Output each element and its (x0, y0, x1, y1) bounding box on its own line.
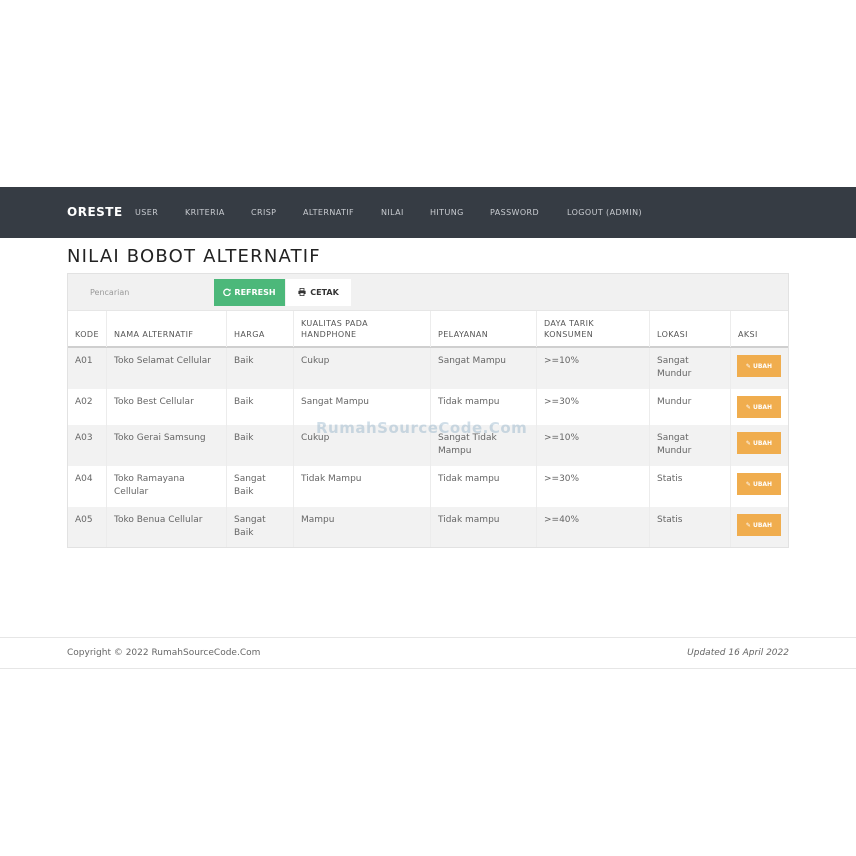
toolbar: REFRESH CETAK (68, 274, 788, 310)
edit-button[interactable]: ✎ UBAH (737, 396, 781, 418)
cell-nama: Toko Gerai Samsung (106, 425, 226, 466)
header-kode[interactable]: KODE (68, 311, 106, 347)
top-navbar: ORESTE USER KRITERIA CRISP ALTERNATIF NI… (0, 187, 856, 238)
cell-harga: Baik (226, 425, 293, 466)
nav-item-kriteria[interactable]: KRITERIA (185, 208, 225, 217)
header-kualitas-line1: KUALITAS PADA (301, 319, 369, 328)
table-panel: REFRESH CETAK KODE NAMA ALTERNATIF HARGA… (67, 273, 789, 548)
cell-kode: A01 (75, 356, 93, 366)
cell-lokasi: Sangat Mundur (649, 348, 730, 389)
header-kode-label: KODE (75, 330, 99, 339)
print-button[interactable]: CETAK (286, 279, 351, 306)
cell-daya-tarik: >=10% (536, 348, 649, 389)
edit-button[interactable]: ✎ UBAH (737, 355, 781, 377)
header-aksi: AKSI (730, 311, 788, 347)
cell-harga: Sangat Baik (226, 507, 293, 547)
cell-nama: Toko Benua Cellular (106, 507, 226, 547)
cell-daya-tarik: >=40% (536, 507, 649, 547)
cell-pelayanan: Tidak mampu (430, 466, 536, 507)
cell-aksi: ✎ UBAH (730, 348, 788, 389)
header-daya-line2: KONSUMEN (544, 330, 594, 339)
edit-icon: ✎ (745, 439, 751, 447)
table-header: KODE NAMA ALTERNATIF HARGA KUALITAS PADA… (68, 310, 788, 348)
cell-nama: Toko Ramayana Cellular (106, 466, 226, 507)
nav-item-crisp[interactable]: CRISP (251, 208, 276, 217)
cell-lokasi: Statis (649, 507, 730, 547)
cell-harga: Baik (226, 389, 293, 425)
header-nama[interactable]: NAMA ALTERNATIF (106, 311, 226, 347)
watermark: RumahSourceCode.Com (316, 419, 528, 437)
brand-logo[interactable]: ORESTE (67, 205, 123, 219)
footer: Copyright © 2022 RumahSourceCode.Com Upd… (0, 637, 856, 669)
cell-harga: Sangat Baik (226, 466, 293, 507)
page-title: NILAI BOBOT ALTERNATIF (67, 246, 321, 267)
edit-button[interactable]: ✎ UBAH (737, 473, 781, 495)
header-daya-tarik[interactable]: DAYA TARIK KONSUMEN (536, 311, 649, 347)
cell-pelayanan: Sangat Mampu (430, 348, 536, 389)
nav-item-password[interactable]: PASSWORD (490, 208, 539, 217)
cell-kualitas: Cukup (293, 348, 430, 389)
edit-button[interactable]: ✎ UBAH (737, 432, 781, 454)
edit-label: UBAH (752, 362, 773, 370)
table-row: A04 Toko Ramayana Cellular Sangat Baik T… (68, 466, 788, 507)
nav-item-user[interactable]: USER (135, 208, 158, 217)
header-lokasi-label: LOKASI (657, 330, 688, 339)
header-pelayanan[interactable]: PELAYANAN (430, 311, 536, 347)
table-row: A05 Toko Benua Cellular Sangat Baik Mamp… (68, 507, 788, 547)
header-pelayanan-label: PELAYANAN (438, 330, 489, 339)
search-input[interactable] (82, 282, 208, 302)
cell-nama: Toko Selamat Cellular (106, 348, 226, 389)
header-kualitas[interactable]: KUALITAS PADA HANDPHONE (293, 311, 430, 347)
refresh-icon (223, 288, 232, 298)
print-label: CETAK (310, 288, 339, 297)
refresh-button[interactable]: REFRESH (214, 279, 285, 306)
cell-daya-tarik: >=30% (536, 389, 649, 425)
edit-button[interactable]: ✎ UBAH (737, 514, 781, 536)
copyright-text: Copyright © 2022 RumahSourceCode.Com (67, 648, 261, 658)
cell-aksi: ✎ UBAH (730, 425, 788, 466)
edit-label: UBAH (752, 480, 773, 488)
header-nama-label: NAMA ALTERNATIF (114, 330, 194, 339)
print-icon (298, 287, 306, 298)
edit-icon: ✎ (745, 403, 751, 411)
edit-icon: ✎ (745, 362, 751, 370)
cell-kualitas: Tidak Mampu (293, 466, 430, 507)
cell-aksi: ✎ UBAH (730, 389, 788, 425)
nav-item-nilai[interactable]: NILAI (381, 208, 404, 217)
cell-lokasi: Statis (649, 466, 730, 507)
cell-daya-tarik: >=10% (536, 425, 649, 466)
cell-daya-tarik: >=30% (536, 466, 649, 507)
cell-nama: Toko Best Cellular (106, 389, 226, 425)
cell-lokasi: Sangat Mundur (649, 425, 730, 466)
nav-item-logout[interactable]: LOGOUT (ADMIN) (567, 208, 642, 217)
cell-kode: A02 (75, 397, 93, 407)
edit-label: UBAH (752, 403, 773, 411)
header-kualitas-line2: HANDPHONE (301, 330, 357, 339)
cell-kode: A05 (75, 515, 93, 525)
header-aksi-label: AKSI (738, 330, 758, 339)
updated-date: Updated 16 April 2022 (687, 648, 789, 658)
header-harga-label: HARGA (234, 330, 265, 339)
table-row: A01 Toko Selamat Cellular Baik Cukup San… (68, 348, 788, 389)
header-lokasi[interactable]: LOKASI (649, 311, 730, 347)
header-daya-line1: DAYA TARIK (544, 319, 595, 328)
edit-label: UBAH (752, 521, 773, 529)
cell-pelayanan: Tidak mampu (430, 507, 536, 547)
cell-lokasi: Mundur (649, 389, 730, 425)
nav-item-alternatif[interactable]: ALTERNATIF (303, 208, 354, 217)
cell-aksi: ✎ UBAH (730, 466, 788, 507)
nav-item-hitung[interactable]: HITUNG (430, 208, 464, 217)
refresh-label: REFRESH (234, 288, 276, 297)
cell-aksi: ✎ UBAH (730, 507, 788, 547)
cell-harga: Baik (226, 348, 293, 389)
edit-label: UBAH (752, 439, 773, 447)
cell-kode: A03 (75, 433, 93, 443)
header-harga[interactable]: HARGA (226, 311, 293, 347)
edit-icon: ✎ (745, 480, 751, 488)
cell-kualitas: Mampu (293, 507, 430, 547)
cell-kode: A04 (75, 474, 93, 484)
edit-icon: ✎ (745, 521, 751, 529)
